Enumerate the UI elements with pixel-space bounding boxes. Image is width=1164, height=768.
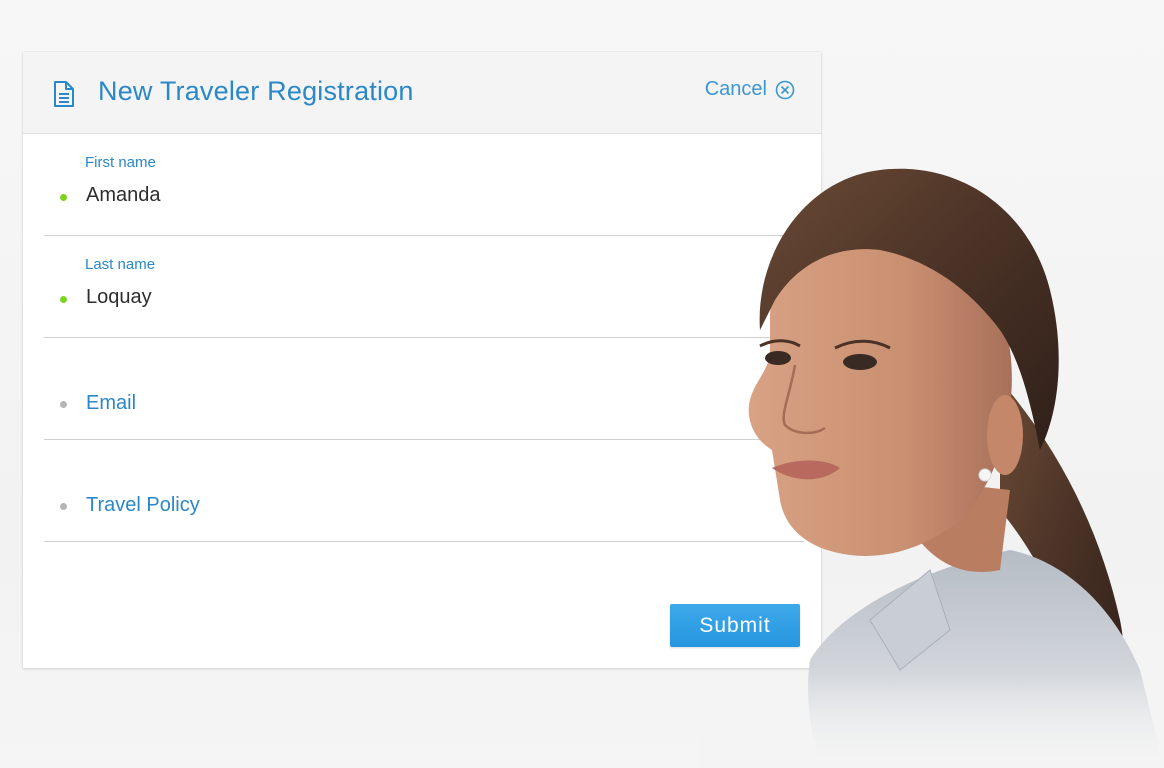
form-title: New Traveler Registration [98, 76, 414, 106]
first-name-input[interactable]: Amanda [86, 184, 161, 207]
valid-status-dot [60, 194, 67, 201]
last-name-input[interactable]: Loquay [86, 286, 152, 309]
email-field[interactable]: Email [44, 338, 804, 440]
first-name-label: First name [85, 154, 156, 171]
valid-status-dot [60, 296, 67, 303]
first-name-field[interactable]: First name Amanda [44, 134, 804, 236]
empty-status-dot [60, 401, 67, 408]
last-name-field[interactable]: Last name Loquay [44, 236, 804, 338]
email-input[interactable]: Email [86, 392, 136, 415]
document-icon [54, 81, 74, 107]
travel-policy-input[interactable]: Travel Policy [86, 494, 200, 517]
travel-policy-field[interactable]: Travel Policy [44, 440, 804, 542]
traveler-photo [700, 168, 1164, 768]
empty-status-dot [60, 503, 67, 510]
cancel-button[interactable]: Cancel [705, 78, 795, 101]
cancel-label[interactable]: Cancel [705, 78, 767, 101]
form-header: New Traveler Registration Cancel [23, 52, 821, 134]
close-circle-icon[interactable] [775, 80, 795, 100]
last-name-label: Last name [85, 256, 156, 273]
